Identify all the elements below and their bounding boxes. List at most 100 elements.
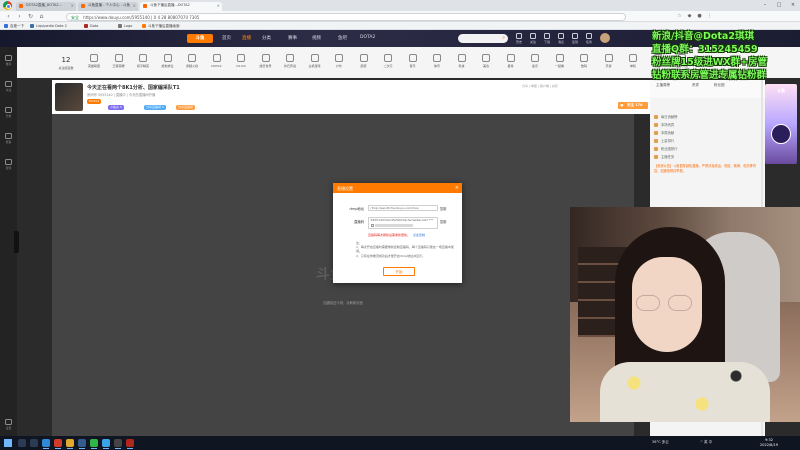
- home-icon[interactable]: ⌂: [37, 12, 46, 21]
- list-item[interactable]: 粉丝团排行: [654, 146, 762, 154]
- sidebar-item-settings[interactable]: 设置: [1, 419, 16, 430]
- nav-item[interactable]: 首页: [222, 35, 231, 41]
- category-item[interactable]: 魔兽世界: [253, 54, 279, 68]
- list-item[interactable]: 本场贵宾: [654, 122, 762, 130]
- bookmark-item[interactable]: Dota: [84, 23, 98, 29]
- minimize-icon[interactable]: –: [758, 0, 772, 11]
- browser-tab-2[interactable]: 斗鱼直播 - 个人中心 - 斗鱼 ×: [78, 2, 138, 11]
- back-icon[interactable]: ‹: [4, 12, 13, 21]
- room-tag[interactable]: 小鱼丸 5: [108, 105, 124, 110]
- room-tag[interactable]: 分享直播间: [176, 105, 196, 110]
- list-item[interactable]: 每日贡献榜: [654, 114, 762, 122]
- category-item[interactable]: 美食: [473, 54, 499, 68]
- nav-item[interactable]: 分类: [262, 35, 271, 41]
- sidebar-item-follow[interactable]: 关注: [1, 81, 16, 92]
- star-icon[interactable]: ☆: [676, 13, 683, 20]
- message-icon[interactable]: 消息: [554, 33, 568, 44]
- sidebar-item-events[interactable]: 赛事: [1, 133, 16, 144]
- category-item[interactable]: 手游: [596, 54, 622, 68]
- sidebar-toggle-handle[interactable]: [14, 231, 19, 253]
- extension-icon[interactable]: ◆: [686, 13, 693, 20]
- category-item[interactable]: 户外: [326, 54, 352, 68]
- task-view-icon[interactable]: [30, 439, 38, 447]
- reload-icon[interactable]: ↻: [26, 12, 35, 21]
- obs-icon[interactable]: [114, 439, 122, 449]
- rtmp-url-field[interactable]: rtmp://sendtc3a.douyu.com/live: [368, 205, 438, 211]
- category-item[interactable]: 二次元: [375, 54, 401, 68]
- url-input[interactable]: 安全 https://www.douyu.com/5955140 | 0 4 2…: [66, 12, 626, 21]
- edge-icon[interactable]: [42, 439, 50, 449]
- sidebar-item-games[interactable]: 游戏: [1, 159, 16, 170]
- chrome-icon[interactable]: [3, 1, 12, 10]
- weather-status[interactable]: 36°C 多云: [652, 440, 669, 445]
- follow-count[interactable]: 12 关注频道数: [53, 56, 79, 70]
- category-item[interactable]: 星秀: [498, 54, 524, 68]
- maximize-icon[interactable]: □: [772, 0, 786, 11]
- history-icon[interactable]: 历史: [512, 33, 526, 44]
- task-icon[interactable]: 任务: [582, 33, 596, 44]
- system-tray[interactable]: ^ 英 中: [700, 440, 712, 445]
- dota-icon[interactable]: [126, 439, 134, 449]
- close-icon[interactable]: ×: [217, 3, 220, 8]
- close-icon[interactable]: ×: [133, 3, 136, 8]
- windows-start-icon[interactable]: [4, 439, 12, 447]
- steam-icon[interactable]: [78, 439, 86, 449]
- search-icon[interactable]: [18, 439, 26, 447]
- stream-key-field[interactable]: 5955140rVaVuFpMAYXqUw?wsSecret=***: [368, 217, 438, 229]
- site-logo[interactable]: 斗鱼: [187, 34, 213, 43]
- netease-icon[interactable]: [54, 439, 62, 449]
- sidebar-item-recommend[interactable]: 推荐: [1, 55, 16, 66]
- category-item[interactable]: CS:GO: [228, 54, 254, 68]
- category-item[interactable]: 鱼乐: [522, 54, 548, 68]
- search-icon[interactable]: ⌕: [502, 35, 505, 41]
- site-search-input[interactable]: ⌕: [458, 34, 508, 43]
- category-item[interactable]: 和平精英: [130, 54, 156, 68]
- close-icon[interactable]: ×: [71, 3, 74, 8]
- category-item[interactable]: 颜值: [351, 54, 377, 68]
- checkin-icon[interactable]: 签到: [568, 33, 582, 44]
- category-item[interactable]: 绝地求生: [155, 54, 181, 68]
- category-item[interactable]: 数码: [571, 54, 597, 68]
- nav-item[interactable]: 赛事: [288, 35, 297, 41]
- category-item[interactable]: 主机游戏: [302, 54, 328, 68]
- nav-item-active[interactable]: 直播: [242, 35, 251, 41]
- taskbar-clock[interactable]: 9:32 2022/8/19: [754, 438, 784, 447]
- wechat-icon[interactable]: [90, 439, 98, 449]
- room-actions[interactable]: 分享 | 举报 | 客户端 | 房管: [522, 84, 558, 88]
- streamer-avatar[interactable]: [55, 83, 83, 111]
- copy-link[interactable]: 点此复制: [413, 233, 425, 237]
- copy-rtmp-button[interactable]: 复制: [440, 206, 446, 211]
- tab-fans[interactable]: 粉丝团: [714, 83, 725, 88]
- follow-icon[interactable]: 关注: [526, 33, 540, 44]
- chrome-icon[interactable]: [66, 439, 74, 449]
- nav-item[interactable]: 鱼吧: [338, 35, 347, 41]
- line-select[interactable]: [374, 223, 413, 227]
- browser-tab-1[interactable]: DOTA2直播_DOTA2... ×: [16, 2, 76, 11]
- tab-weekly-rank[interactable]: 主播周榜: [656, 83, 670, 88]
- category-item[interactable]: 炉石传说: [277, 54, 303, 68]
- list-item[interactable]: 土豪排行: [654, 138, 762, 146]
- close-icon[interactable]: ×: [455, 185, 459, 191]
- window-close-icon[interactable]: ×: [786, 0, 800, 11]
- tab-vip[interactable]: 贵宾: [692, 83, 699, 88]
- category-item[interactable]: 英雄联盟: [81, 54, 107, 68]
- bookmark-item[interactable]: 斗鱼下播后直播画面: [142, 23, 180, 29]
- bookmark-item[interactable]: 百度一下: [4, 23, 24, 29]
- follow-button[interactable]: ♥ 关注 176: [618, 102, 648, 109]
- forward-icon[interactable]: ›: [15, 12, 24, 21]
- nav-item[interactable]: DOTA2: [360, 35, 375, 40]
- user-avatar[interactable]: [600, 33, 610, 43]
- category-item[interactable]: 王者荣耀: [106, 54, 132, 68]
- bookmark-item[interactable]: Liquipedia Dota 2: [30, 23, 67, 29]
- menu-icon[interactable]: ⋮: [706, 13, 713, 20]
- room-tag[interactable]: 分享直播间 5: [144, 105, 166, 110]
- category-item[interactable]: DOTA2: [204, 54, 230, 68]
- category-item[interactable]: 体育: [424, 54, 450, 68]
- category-item[interactable]: 科技: [449, 54, 475, 68]
- bookmark-item[interactable]: Logo: [118, 23, 132, 29]
- copy-key-button[interactable]: 复制: [440, 219, 446, 224]
- start-button[interactable]: 开始: [383, 267, 415, 276]
- room-tag[interactable]: DOTA2: [87, 99, 102, 104]
- category-item[interactable]: 穿越火线: [179, 54, 205, 68]
- category-item[interactable]: 一起看: [547, 54, 573, 68]
